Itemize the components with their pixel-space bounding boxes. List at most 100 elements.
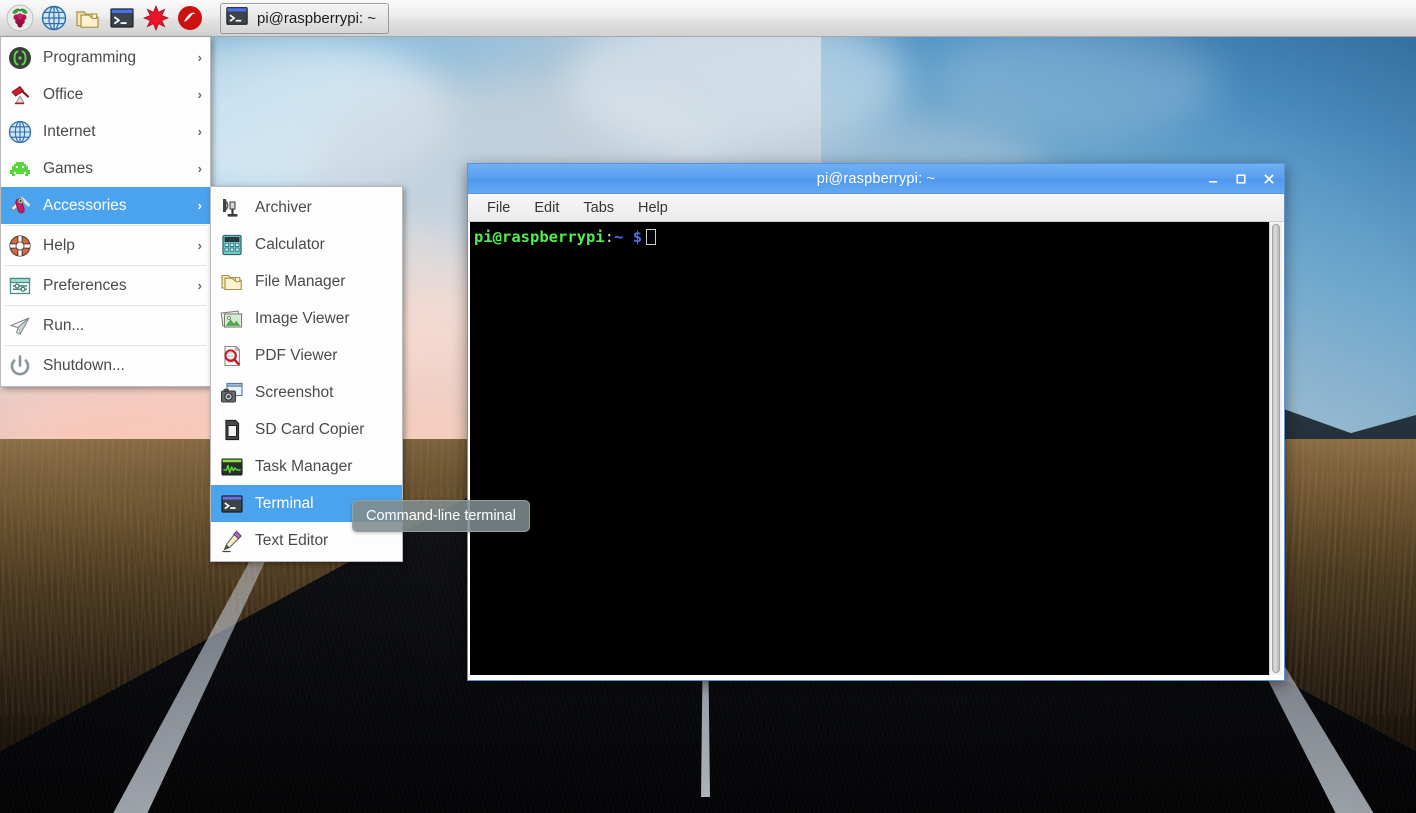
internet-icon (7, 119, 33, 145)
screenshot-icon (219, 380, 245, 406)
terminal-icon (219, 491, 245, 517)
file-manager-icon[interactable] (72, 2, 104, 34)
menu-item-shutdown[interactable]: Shutdown... (1, 347, 210, 384)
menu-item-help[interactable]: Help › (1, 227, 210, 264)
text-editor-icon (219, 528, 245, 554)
preferences-icon (7, 273, 33, 299)
taskbar-window-button[interactable]: pi@raspberrypi: ~ (220, 3, 389, 34)
submenu-item-pdf-viewer[interactable]: PDF Viewer (211, 337, 402, 374)
menu-file[interactable]: File (480, 197, 517, 219)
menu-item-preferences[interactable]: Preferences › (1, 267, 210, 304)
menu-item-label: Programming (43, 49, 188, 67)
window-controls (1206, 164, 1276, 194)
submenu-item-label: Screenshot (255, 384, 333, 402)
submenu-item-image-viewer[interactable]: Image Viewer (211, 300, 402, 337)
submenu-item-label: SD Card Copier (255, 421, 364, 439)
prompt-colon: : (605, 228, 614, 246)
menu-item-games[interactable]: Games › (1, 150, 210, 187)
terminal-icon[interactable] (106, 2, 138, 34)
programming-icon (7, 45, 33, 71)
help-icon (7, 233, 33, 259)
chevron-right-icon: › (198, 198, 202, 213)
close-icon[interactable] (1262, 172, 1276, 186)
submenu-item-archiver[interactable]: Archiver (211, 189, 402, 226)
menu-item-label: Office (43, 86, 188, 104)
raspberry-menu-icon[interactable] (4, 2, 36, 34)
taskbar-panel: pi@raspberrypi: ~ (0, 0, 1416, 37)
menu-separator (5, 265, 206, 266)
prompt-sigil: $ (633, 228, 642, 246)
menu-separator (5, 345, 206, 346)
chevron-right-icon: › (198, 124, 202, 139)
submenu-item-task-manager[interactable]: Task Manager (211, 448, 402, 485)
file-manager-icon (219, 269, 245, 295)
submenu-item-screenshot[interactable]: Screenshot (211, 374, 402, 411)
menu-item-office[interactable]: Office › (1, 76, 210, 113)
image-viewer-icon (219, 306, 245, 332)
submenu-item-label: Text Editor (255, 532, 328, 550)
main-menu: Programming › Office › (0, 37, 211, 387)
run-icon (7, 313, 33, 339)
submenu-item-label: Image Viewer (255, 310, 349, 328)
terminal-icon (225, 4, 249, 32)
chevron-right-icon: › (198, 278, 202, 293)
sd-card-icon (219, 417, 245, 443)
pdf-viewer-icon (219, 343, 245, 369)
prompt-path: ~ (614, 228, 623, 246)
submenu-item-label: Calculator (255, 236, 325, 254)
menu-tabs[interactable]: Tabs (576, 197, 621, 219)
archiver-icon (219, 195, 245, 221)
mathematica-icon[interactable] (140, 2, 172, 34)
menu-item-label: Preferences (43, 277, 188, 295)
chevron-right-icon: › (198, 50, 202, 65)
submenu-item-file-manager[interactable]: File Manager (211, 263, 402, 300)
terminal-titlebar[interactable]: pi@raspberrypi: ~ (468, 164, 1284, 194)
menu-item-programming[interactable]: Programming › (1, 39, 210, 76)
submenu-item-label: Terminal (255, 495, 314, 513)
terminal-body[interactable]: pi@raspberrypi:~ $ (468, 222, 1284, 680)
menu-item-accessories[interactable]: Accessories › (1, 187, 210, 224)
scrollbar-thumb[interactable] (1272, 224, 1280, 673)
menu-item-label: Run... (43, 317, 192, 335)
wolfram-icon[interactable] (174, 2, 206, 34)
terminal-cursor (646, 229, 656, 245)
maximize-icon[interactable] (1234, 172, 1248, 186)
accessories-icon (7, 193, 33, 219)
terminal-title-text: pi@raspberrypi: ~ (817, 171, 935, 187)
terminal-scrollbar[interactable] (1269, 222, 1282, 675)
taskbar-window-label: pi@raspberrypi: ~ (257, 10, 376, 27)
task-manager-icon (219, 454, 245, 480)
chevron-right-icon: › (198, 87, 202, 102)
menu-edit[interactable]: Edit (527, 197, 566, 219)
menu-item-internet[interactable]: Internet › (1, 113, 210, 150)
calculator-icon (219, 232, 245, 258)
submenu-item-label: Task Manager (255, 458, 352, 476)
menu-separator (5, 305, 206, 306)
submenu-item-calculator[interactable]: Calculator (211, 226, 402, 263)
submenu-item-sd-card-copier[interactable]: SD Card Copier (211, 411, 402, 448)
terminal-window[interactable]: pi@raspberrypi: ~ File Edit Tabs Help pi… (467, 163, 1285, 681)
submenu-item-label: PDF Viewer (255, 347, 337, 365)
terminal-menubar: File Edit Tabs Help (468, 194, 1284, 222)
menu-item-label: Shutdown... (43, 357, 192, 375)
menu-separator (5, 225, 206, 226)
terminal-output[interactable]: pi@raspberrypi:~ $ (470, 222, 1269, 675)
tooltip-text: Command-line terminal (366, 508, 516, 524)
minimize-icon[interactable] (1206, 172, 1220, 186)
menu-item-label: Help (43, 237, 188, 255)
office-icon (7, 82, 33, 108)
menu-help[interactable]: Help (631, 197, 675, 219)
menu-item-run[interactable]: Run... (1, 307, 210, 344)
submenu-item-label: Archiver (255, 199, 312, 217)
desktop-screen: pi@raspberrypi: ~ File Edit Tabs Help pi… (0, 0, 1416, 813)
chevron-right-icon: › (198, 161, 202, 176)
chevron-right-icon: › (198, 238, 202, 253)
shutdown-icon (7, 353, 33, 379)
web-browser-icon[interactable] (38, 2, 70, 34)
submenu-item-label: File Manager (255, 273, 345, 291)
menu-item-label: Internet (43, 123, 188, 141)
menu-item-label: Games (43, 160, 188, 178)
prompt-user-host: pi@raspberrypi (474, 228, 605, 246)
games-icon (7, 156, 33, 182)
tooltip: Command-line terminal (352, 500, 530, 532)
